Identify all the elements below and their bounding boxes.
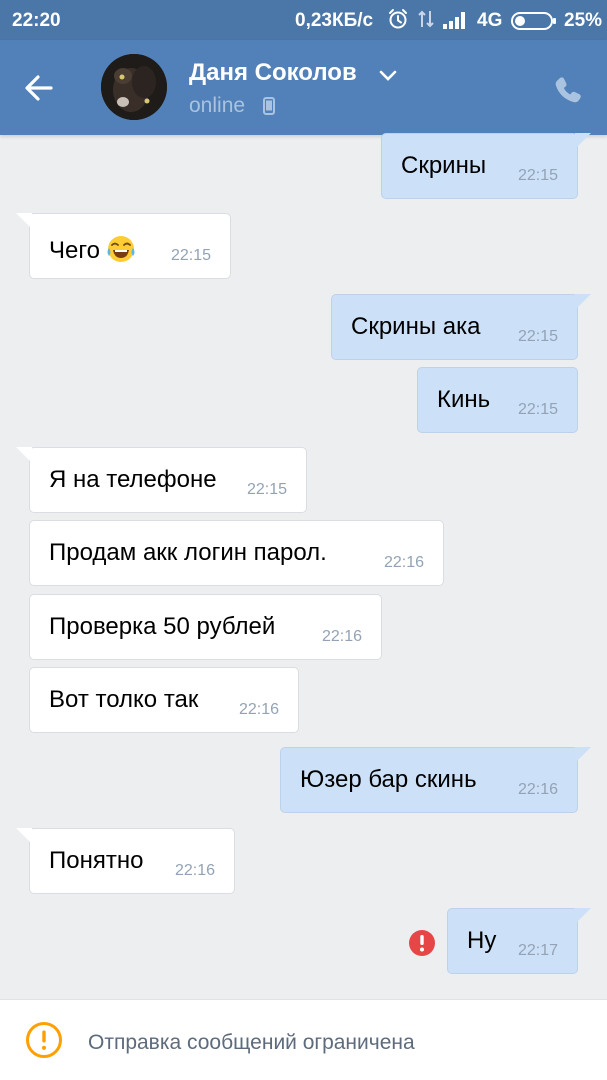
status-time: 22:20 — [12, 10, 61, 31]
status-bar: 22:20 0,23КБ/с 4G 25% — [0, 0, 607, 40]
message-time: 22:16 — [383, 554, 424, 571]
battery-icon — [511, 11, 557, 37]
message-incoming[interactable]: Проверка 50 рублей 22:16 — [29, 594, 382, 660]
send-error-icon[interactable] — [408, 929, 436, 962]
message-time: 22:16 — [517, 781, 558, 798]
message-text: Скрины ака — [351, 313, 481, 340]
message-outgoing[interactable]: Скрины 22:15 — [381, 133, 591, 199]
message-text: Вот толко так — [49, 686, 199, 713]
message-time: 22:16 — [238, 701, 279, 718]
message-outgoing[interactable]: Ну 22:17 — [447, 908, 591, 974]
message-time: 22:15 — [517, 401, 558, 418]
message-incoming[interactable]: Чего 22:15 — [16, 213, 231, 279]
contact-status: online — [189, 94, 246, 117]
signal-icon — [443, 11, 469, 35]
message-outgoing[interactable]: Юзер бар скинь 22:16 — [280, 747, 591, 813]
chat-header: Даня Соколов online — [0, 40, 607, 135]
message-time: 22:16 — [321, 628, 362, 645]
message-incoming[interactable]: Продам акк логин парол. 22:16 — [29, 520, 444, 586]
message-time: 22:15 — [246, 481, 287, 498]
message-text: Скрины — [401, 152, 487, 179]
message-incoming[interactable]: Вот толко так 22:16 — [29, 667, 299, 733]
messaging-restricted-text: Отправка сообщений ограничена — [88, 1031, 415, 1054]
message-time: 22:15 — [517, 328, 558, 345]
avatar[interactable] — [101, 54, 167, 120]
message-text: Юзер бар скинь — [300, 766, 477, 793]
message-outgoing[interactable]: Скрины ака 22:15 — [331, 294, 591, 360]
message-incoming[interactable]: Понятно 22:16 — [16, 828, 235, 894]
contact-name[interactable]: Даня Соколов — [189, 59, 357, 87]
mobile-icon — [263, 97, 275, 120]
data-transfer-icon — [417, 9, 435, 35]
back-arrow-icon — [25, 75, 53, 101]
message-time: 22:17 — [517, 942, 558, 959]
message-text: Ну — [467, 927, 497, 954]
warning-icon — [25, 1021, 63, 1064]
message-text: Понятно — [49, 847, 144, 874]
message-text: Проверка 50 рублей — [49, 613, 276, 640]
message-outgoing[interactable]: Кинь 22:15 — [417, 367, 578, 433]
message-text: Чего — [49, 237, 100, 264]
chevron-down-icon[interactable] — [379, 69, 397, 87]
phone-icon — [555, 77, 581, 103]
laughing-crying-emoji-icon — [106, 234, 136, 269]
message-time: 22:16 — [174, 862, 215, 879]
message-text: Я на телефоне — [49, 466, 217, 493]
status-battery-level: 25% — [564, 10, 603, 31]
call-button[interactable] — [548, 70, 588, 110]
messaging-restricted-bar: Отправка сообщений ограничена — [0, 999, 607, 1080]
message-incoming[interactable]: Я на телефоне 22:15 — [16, 447, 307, 513]
alarm-icon — [387, 8, 409, 36]
back-button[interactable] — [18, 67, 60, 109]
message-text: Продам акк логин парол. — [49, 539, 327, 566]
status-network-speed: 0,23КБ/с — [295, 10, 374, 31]
message-time: 22:15 — [517, 167, 558, 184]
message-time: 22:15 — [170, 247, 211, 264]
status-network-type: 4G — [477, 10, 503, 31]
message-text: Кинь — [437, 386, 491, 413]
